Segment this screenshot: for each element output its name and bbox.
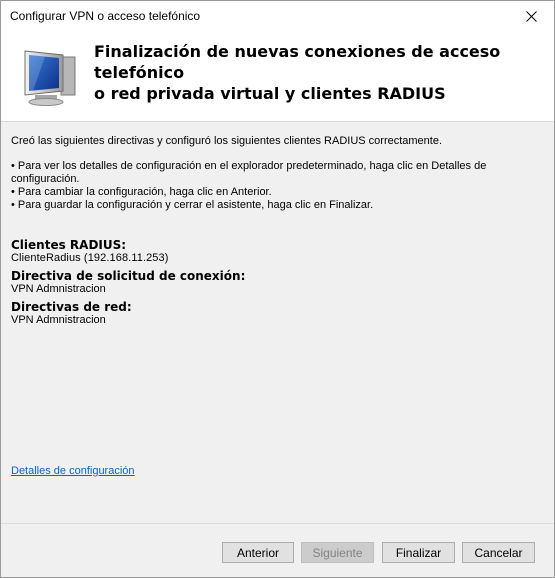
footer-divider [1,523,554,524]
cancel-button[interactable]: Cancelar [462,542,535,563]
network-policies-label: Directivas de red: [11,300,132,314]
radius-clients-section: Clientes RADIUS: ClienteRadius (192.168.… [11,238,541,265]
configuration-details-link[interactable]: Detalles de configuración [11,465,135,477]
close-button[interactable] [509,1,554,31]
window-title: Configurar VPN o acceso telefónico [10,9,201,23]
next-button[interactable]: Siguiente [301,542,374,563]
connection-policy-label: Directiva de solicitud de conexión: [11,269,246,283]
finish-button[interactable]: Finalizar [382,542,455,563]
instruction-item: Para ver los detalles de configuración e… [11,160,551,186]
header-title-line2: o red privada virtual y clientes RADIUS [94,84,446,103]
close-icon [526,10,537,22]
radius-clients-label: Clientes RADIUS: [11,238,127,252]
summary-content: Creó las siguientes directivas y configu… [11,135,551,212]
title-bar: Configurar VPN o acceso telefónico [1,1,554,31]
instruction-item: Para cambiar la configuración, haga clic… [11,186,551,199]
connection-policy-value: VPN Admnistracion [11,283,106,295]
header-title-line1: Finalización de nuevas conexiones de acc… [94,42,501,82]
connection-policy-section: Directiva de solicitud de conexión: VPN … [11,269,541,296]
summary-text: Creó las siguientes directivas y configu… [11,135,443,147]
wizard-header: Finalización de nuevas conexiones de acc… [1,31,554,122]
back-button[interactable]: Anterior [222,542,294,563]
radius-clients-value: ClienteRadius (192.168.11.253) [11,252,169,264]
instruction-item: Para guardar la configuración y cerrar e… [11,199,551,212]
network-policies-value: VPN Admnistracion [11,314,106,326]
wizard-window: Configurar VPN o acceso telefónico Final… [0,0,555,578]
instructions-list: Para ver los detalles de configuración e… [11,160,551,212]
computer-monitor-icon [24,50,76,106]
network-policies-section: Directivas de red: VPN Admnistracion [11,300,541,327]
header-title: Finalización de nuevas conexiones de acc… [94,41,549,104]
